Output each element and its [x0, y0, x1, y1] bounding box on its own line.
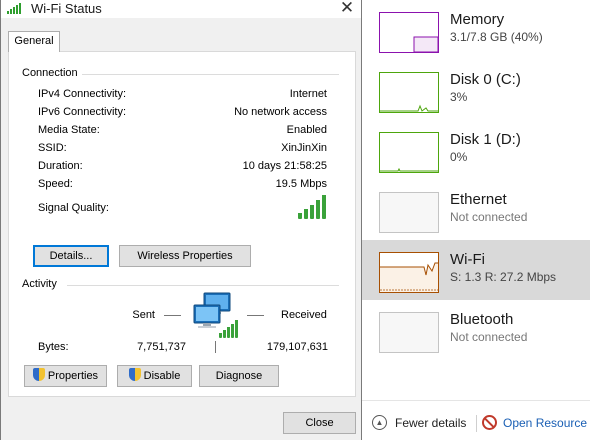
- speed-label: Speed:: [38, 178, 73, 190]
- ipv6-value: No network access: [234, 106, 327, 118]
- activity-signal-icon: [219, 320, 241, 338]
- tm-item-subtitle: 3.1/7.8 GB (40%): [450, 30, 543, 44]
- tm-item-ethernet[interactable]: Ethernet Not connected: [362, 180, 590, 240]
- dialog-title: Wi-Fi Status: [31, 1, 102, 16]
- wifi-signal-icon: [7, 3, 23, 14]
- resource-monitor-icon: [482, 415, 497, 430]
- fewer-details-label: Fewer details: [395, 415, 467, 430]
- bluetooth-graph: [379, 312, 439, 353]
- properties-label: Properties: [47, 370, 99, 382]
- received-dash: [247, 315, 264, 316]
- disable-label: Disable: [143, 370, 181, 382]
- tm-item-disk0[interactable]: Disk 0 (C:) 3%: [362, 60, 590, 120]
- sent-dash: [164, 315, 181, 316]
- ipv6-label: IPv6 Connectivity:: [38, 106, 127, 118]
- ipv4-label: IPv4 Connectivity:: [38, 88, 127, 100]
- signal-quality-icon: [298, 195, 328, 219]
- tm-item-wifi[interactable]: Wi-Fi S: 1.3 R: 27.2 Mbps: [362, 240, 590, 300]
- connection-divider: [73, 74, 339, 75]
- uac-shield-icon: [128, 368, 141, 381]
- general-tab-page: Connection IPv4 Connectivity: Internet I…: [8, 51, 356, 397]
- ipv4-value: Internet: [289, 88, 327, 100]
- tm-item-subtitle: Not connected: [450, 330, 528, 344]
- disable-button[interactable]: Disable: [117, 365, 192, 387]
- disk1-graph: [379, 132, 439, 173]
- tab-general[interactable]: General: [8, 31, 60, 52]
- tm-item-subtitle: 3%: [450, 90, 468, 104]
- duration-value: 10 days 21:58:25: [242, 160, 327, 172]
- memory-graph: [379, 12, 439, 53]
- bytes-received-value: 179,107,631: [266, 341, 328, 353]
- bytes-divider: [215, 341, 216, 353]
- tm-item-bluetooth[interactable]: Bluetooth Not connected: [362, 300, 590, 360]
- footer-divider: [476, 415, 477, 432]
- tm-item-subtitle: Not connected: [450, 210, 528, 224]
- disk0-graph: [379, 72, 439, 113]
- signal-quality-label: Signal Quality:: [38, 202, 109, 214]
- wifi-status-dialog: Wi-Fi Status ✕ General Connection IPv4 C…: [0, 0, 362, 440]
- wireless-properties-button[interactable]: Wireless Properties: [119, 245, 251, 267]
- wifi-graph: [379, 252, 439, 293]
- tm-item-title: Disk 0 (C:): [450, 71, 521, 88]
- close-button[interactable]: Close: [283, 412, 356, 434]
- details-button[interactable]: Details...: [33, 245, 109, 267]
- bytes-label: Bytes:: [38, 341, 69, 353]
- tm-item-subtitle: S: 1.3 R: 27.2 Mbps: [450, 270, 557, 284]
- ethernet-graph: [379, 192, 439, 233]
- chevron-up-icon: ▲: [372, 415, 387, 430]
- connection-heading: Connection: [22, 67, 82, 79]
- media-state-value: Enabled: [286, 124, 327, 136]
- activity-heading: Activity: [22, 278, 61, 290]
- received-label: Received: [281, 309, 327, 321]
- ssid-value: XinJinXin: [281, 142, 327, 154]
- sent-label: Sent: [132, 309, 155, 321]
- diagnose-button[interactable]: Diagnose: [199, 365, 279, 387]
- tm-item-disk1[interactable]: Disk 1 (D:) 0%: [362, 120, 590, 180]
- open-resource-monitor-label: Open Resource M: [503, 415, 590, 430]
- open-resource-monitor-link[interactable]: Open Resource M: [482, 415, 590, 430]
- uac-shield-icon: [32, 368, 45, 381]
- speed-value: 19.5 Mbps: [275, 178, 327, 190]
- dialog-titlebar[interactable]: Wi-Fi Status ✕: [1, 0, 361, 18]
- tm-item-memory[interactable]: Memory 3.1/7.8 GB (40%): [362, 0, 590, 60]
- tm-item-title: Ethernet: [450, 191, 507, 208]
- tm-item-title: Wi-Fi: [450, 251, 485, 268]
- fewer-details-link[interactable]: ▲ Fewer details: [372, 415, 466, 430]
- ssid-label: SSID:: [38, 142, 67, 154]
- activity-divider: [67, 285, 339, 286]
- media-state-label: Media State:: [38, 124, 100, 136]
- close-icon[interactable]: ✕: [335, 0, 359, 18]
- task-manager-footer: ▲ Fewer details Open Resource M: [362, 400, 590, 445]
- tm-item-title: Bluetooth: [450, 311, 514, 328]
- bytes-sent-value: 7,751,737: [137, 341, 186, 353]
- task-manager-panel: Memory 3.1/7.8 GB (40%) Disk 0 (C:) 3% D…: [362, 0, 590, 445]
- tm-item-title: Memory: [450, 11, 505, 28]
- tm-item-title: Disk 1 (D:): [450, 131, 521, 148]
- dialog-body: General Connection IPv4 Connectivity: In…: [1, 18, 361, 440]
- properties-button[interactable]: Properties: [24, 365, 107, 387]
- tm-item-subtitle: 0%: [450, 150, 468, 164]
- duration-label: Duration:: [38, 160, 83, 172]
